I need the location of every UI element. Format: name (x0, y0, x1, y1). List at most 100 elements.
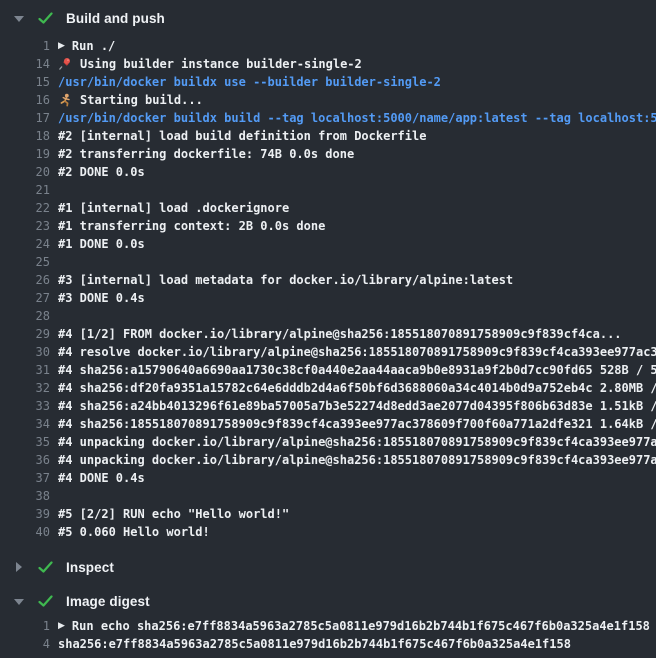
pushpin-icon (58, 57, 72, 71)
line-content: #4 sha256:df20fa9351a15782c64e6dddb2d4a6… (58, 379, 656, 397)
line-number[interactable]: 28 (14, 307, 50, 325)
line-text: #4 DONE 0.4s (58, 469, 145, 487)
line-text: sha256:e7ff8834a5963a2785c5a0811e979d16b… (58, 635, 571, 653)
line-text: #4 unpacking docker.io/library/alpine@sh… (58, 451, 656, 469)
section-header-image-digest[interactable]: Image digest (0, 589, 656, 613)
line-number[interactable]: 21 (14, 181, 50, 199)
line-number[interactable]: 37 (14, 469, 50, 487)
line-content: Starting build... (58, 91, 203, 109)
expand-play-icon[interactable]: ▶ (58, 37, 65, 55)
line-text: Run echo sha256:e7ff8834a5963a2785c5a081… (72, 617, 650, 635)
log-line: 19#2 transferring dockerfile: 74B 0.0s d… (0, 145, 656, 163)
line-text: #1 DONE 0.0s (58, 235, 145, 253)
log-line: 14 Using builder instance builder-single-… (0, 55, 656, 73)
status-success-icon (38, 595, 53, 608)
line-text: #2 DONE 0.0s (58, 163, 145, 181)
log-line: 15/usr/bin/docker buildx use --builder b… (0, 73, 656, 91)
line-content: #4 unpacking docker.io/library/alpine@sh… (58, 433, 656, 451)
line-number[interactable]: 27 (14, 289, 50, 307)
line-number[interactable]: 16 (14, 91, 50, 109)
line-number[interactable]: 24 (14, 235, 50, 253)
caret-right-icon[interactable] (14, 562, 24, 572)
line-content: #4 unpacking docker.io/library/alpine@sh… (58, 451, 656, 469)
line-number[interactable]: 29 (14, 325, 50, 343)
line-content: /usr/bin/docker buildx build --tag local… (58, 109, 656, 127)
log-line: 32 #4 sha256:df20fa9351a15782c64e6dddb2d4… (0, 379, 656, 397)
log-group-line[interactable]: 1▶Run ./ (0, 37, 656, 55)
line-text: #4 [1/2] FROM docker.io/library/alpine@s… (58, 325, 622, 343)
line-content: #3 DONE 0.4s (58, 289, 145, 307)
line-number[interactable]: 33 (14, 397, 50, 415)
log-line: 4 sha256:e7ff8834a5963a2785c5a0811e979d16… (0, 635, 656, 653)
section-image-digest: Image digest 1 ▶ Run echo sha256:e7ff8834a5… (0, 589, 656, 653)
line-text: #4 sha256:a24bb4013296f61e89ba57005a7b3e… (58, 397, 656, 415)
line-number[interactable]: 39 (14, 505, 50, 523)
section-header-inspect[interactable]: Inspect (0, 555, 656, 579)
line-content: #2 DONE 0.0s (58, 163, 145, 181)
section-title: Inspect (66, 560, 114, 575)
log-line: 30 #4 resolve docker.io/library/alpine@sh… (0, 343, 656, 361)
line-number[interactable]: 35 (14, 433, 50, 451)
runner-icon (58, 93, 72, 107)
log-line: 22 #1 [internal] load .dockerignore (0, 199, 656, 217)
line-content: #1 DONE 0.0s (58, 235, 145, 253)
line-number[interactable]: 4 (14, 635, 50, 653)
line-number[interactable]: 32 (14, 379, 50, 397)
line-content: #3 [internal] load metadata for docker.i… (58, 271, 513, 289)
line-text: #4 unpacking docker.io/library/alpine@sh… (58, 433, 656, 451)
check-icon (38, 12, 53, 25)
line-text: Starting build... (80, 91, 203, 109)
line-content: /usr/bin/docker buildx use --builder bui… (58, 73, 441, 91)
line-content: #5 0.060 Hello world! (58, 523, 210, 541)
log-line: 18 #2 [internal] load build definition fr… (0, 127, 656, 145)
line-content: #4 sha256:185518070891758909c9f839cf4ca3… (58, 415, 656, 433)
line-number[interactable]: 26 (14, 271, 50, 289)
log-line: 36 #4 unpacking docker.io/library/alpine@… (0, 451, 656, 469)
line-content: sha256:e7ff8834a5963a2785c5a0811e979d16b… (58, 635, 571, 653)
line-text: #2 [internal] load build definition from… (58, 127, 426, 145)
status-success-icon (38, 561, 53, 574)
line-number[interactable]: 17 (14, 109, 50, 127)
line-number[interactable]: 18 (14, 127, 50, 145)
log-line: 37 #4 DONE 0.4s (0, 469, 656, 487)
line-text: #5 [2/2] RUN echo "Hello world!" (58, 505, 289, 523)
log-line: 34 #4 sha256:185518070891758909c9f839cf4c… (0, 415, 656, 433)
line-number[interactable]: 1 (14, 617, 50, 635)
line-number[interactable]: 1 (14, 37, 50, 55)
section-build-and-push: Build and push1▶Run ./14Using builder in… (0, 6, 656, 545)
line-content: #1 [internal] load .dockerignore (58, 199, 289, 217)
line-number[interactable]: 38 (14, 487, 50, 505)
log-line: 20 #2 DONE 0.0s (0, 163, 656, 181)
section-header-build-and-push[interactable]: Build and push (0, 6, 656, 30)
log-line: 16 Starting build... (0, 91, 656, 109)
line-number[interactable]: 14 (14, 55, 50, 73)
line-number[interactable]: 34 (14, 415, 50, 433)
log-line: 17/usr/bin/docker buildx build --tag loc… (0, 109, 656, 127)
section-log-body: 1 ▶ Run echo sha256:e7ff8834a5963a2785c5a0… (0, 613, 656, 653)
line-number[interactable]: 30 (14, 343, 50, 361)
line-number[interactable]: 20 (14, 163, 50, 181)
line-content: #4 sha256:a24bb4013296f61e89ba57005a7b3e… (58, 397, 656, 415)
log-line: 25 (0, 253, 656, 271)
line-number[interactable]: 25 (14, 253, 50, 271)
line-text: Using builder instance builder-single-2 (80, 55, 362, 73)
line-text: #4 sha256:a15790640a6690aa1730c38cf0a440… (58, 361, 656, 379)
log-line: 26 #3 [internal] load metadata for docker… (0, 271, 656, 289)
caret-down-icon[interactable] (14, 596, 24, 606)
line-number[interactable]: 31 (14, 361, 50, 379)
line-number[interactable]: 19 (14, 145, 50, 163)
line-number[interactable]: 23 (14, 217, 50, 235)
log-group-line[interactable]: 1 ▶ Run echo sha256:e7ff8834a5963a2785c5a0… (0, 617, 656, 635)
log-line: 29 #4 [1/2] FROM docker.io/library/alpine… (0, 325, 656, 343)
line-text: #5 0.060 Hello world! (58, 523, 210, 541)
caret-down-icon[interactable] (14, 13, 24, 23)
log-line: 35 #4 unpacking docker.io/library/alpine@… (0, 433, 656, 451)
status-success-icon (38, 12, 53, 25)
line-number[interactable]: 15 (14, 73, 50, 91)
line-number[interactable]: 40 (14, 523, 50, 541)
line-number[interactable]: 36 (14, 451, 50, 469)
line-number[interactable]: 22 (14, 199, 50, 217)
line-content: #4 resolve docker.io/library/alpine@sha2… (58, 343, 656, 361)
log-line: 40 #5 0.060 Hello world! (0, 523, 656, 541)
expand-play-icon[interactable]: ▶ (58, 617, 65, 635)
